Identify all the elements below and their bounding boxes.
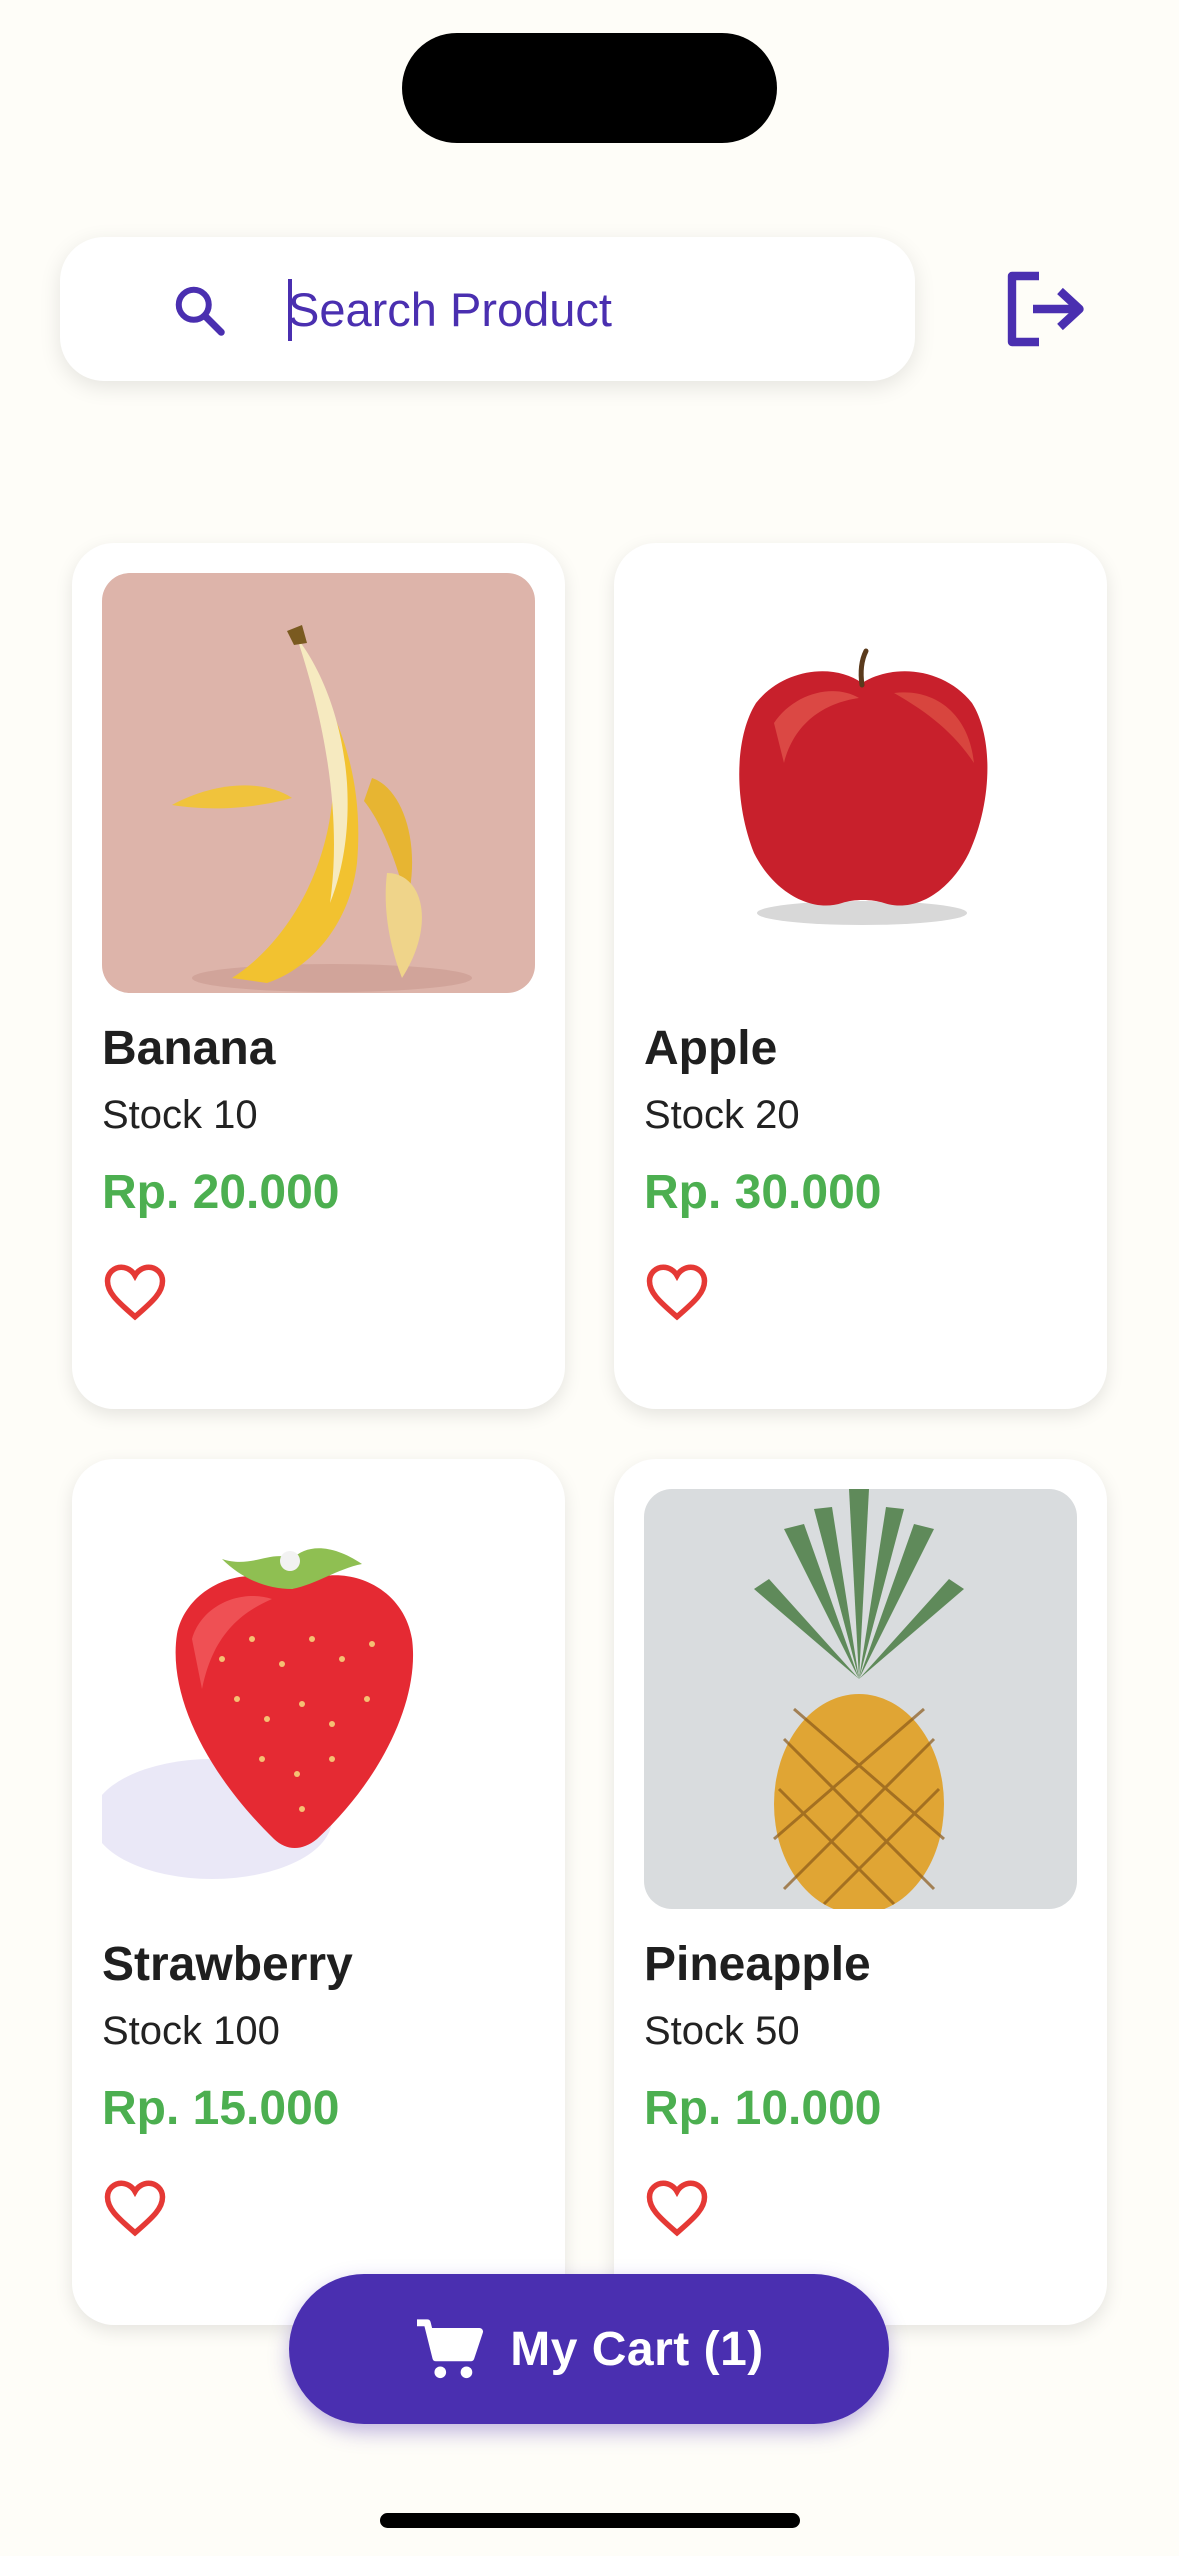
product-name: Banana	[102, 1022, 276, 1075]
logout-icon[interactable]	[1003, 270, 1087, 348]
dynamic-island	[402, 33, 777, 143]
product-card-strawberry[interactable]: Strawberry Stock 100 Rp. 15.000	[72, 1459, 565, 2325]
heart-outline-icon[interactable]	[644, 2177, 710, 2239]
home-indicator	[380, 2513, 800, 2528]
heart-outline-icon[interactable]	[102, 2177, 168, 2239]
search-icon	[175, 286, 225, 336]
product-card-banana[interactable]: Banana Stock 10 Rp. 20.000	[72, 543, 565, 1409]
search-bar[interactable]	[60, 237, 915, 381]
heart-outline-icon[interactable]	[644, 1261, 710, 1323]
screen: Banana Stock 10 Rp. 20.000 Apple Stock 2…	[0, 0, 1179, 2556]
apple-image	[644, 573, 1077, 993]
product-price: Rp. 20.000	[102, 1166, 340, 1219]
strawberry-image	[102, 1489, 535, 1909]
product-name: Pineapple	[644, 1938, 871, 1991]
heart-outline-icon[interactable]	[102, 1261, 168, 1323]
product-name: Apple	[644, 1022, 778, 1075]
product-card-apple[interactable]: Apple Stock 20 Rp. 30.000	[614, 543, 1107, 1409]
product-stock: Stock 20	[644, 1093, 800, 1137]
product-price: Rp. 30.000	[644, 1166, 882, 1219]
my-cart-label: My Cart (1)	[510, 2322, 764, 2376]
my-cart-button[interactable]: My Cart (1)	[289, 2274, 889, 2424]
product-price: Rp. 10.000	[644, 2082, 882, 2135]
product-stock: Stock 100	[102, 2009, 280, 2053]
product-stock: Stock 50	[644, 2009, 800, 2053]
search-input[interactable]	[288, 267, 848, 351]
banana-image	[102, 573, 535, 993]
cart-icon	[417, 2319, 484, 2379]
text-cursor	[288, 279, 292, 341]
product-card-pineapple[interactable]: Pineapple Stock 50 Rp. 10.000	[614, 1459, 1107, 2325]
product-stock: Stock 10	[102, 1093, 258, 1137]
product-price: Rp. 15.000	[102, 2082, 340, 2135]
product-name: Strawberry	[102, 1938, 353, 1991]
pineapple-image	[644, 1489, 1077, 1909]
